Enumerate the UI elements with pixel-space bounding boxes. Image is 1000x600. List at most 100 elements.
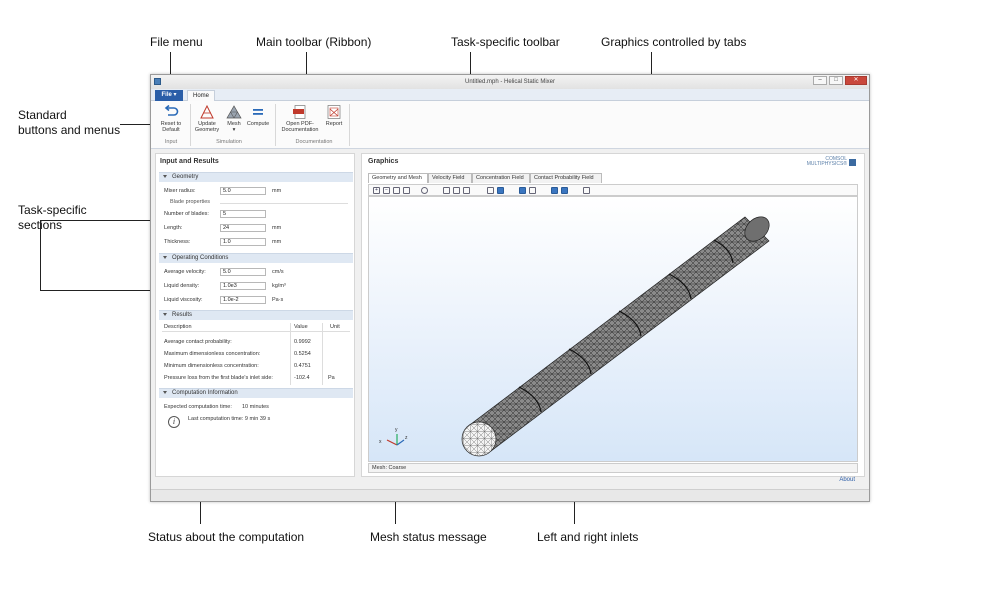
- camera-icon[interactable]: [551, 187, 558, 194]
- render-icon[interactable]: [529, 187, 536, 194]
- average-velocity-unit: cm/s: [272, 269, 284, 275]
- graphics-pane: Graphics COMSOL MULTIPHYSICS® Geometry a…: [361, 153, 865, 477]
- collapse-triangle-icon: [163, 390, 167, 394]
- callout-task-sections: Task-specific sections: [18, 203, 87, 233]
- mesh-icon: [226, 105, 242, 119]
- section-label: Geometry: [172, 174, 199, 180]
- report-button[interactable]: Report: [323, 105, 345, 127]
- last-computation-time: Last computation time: 9 min 39 s: [188, 416, 271, 422]
- zoom-out-icon[interactable]: −: [383, 187, 390, 194]
- maximize-button[interactable]: □: [829, 76, 843, 85]
- blade-properties-header: Blade properties: [170, 199, 211, 205]
- callout-graphics-tabs: Graphics controlled by tabs: [601, 35, 747, 49]
- graphics-canvas[interactable]: x y z: [368, 196, 858, 462]
- callout-task-toolbar: Task-specific toolbar: [451, 35, 560, 49]
- ribbon-group-simulation: Simulation: [216, 139, 242, 145]
- callout-text: Task-specific: [18, 203, 87, 217]
- zoom-extents-icon[interactable]: [403, 187, 410, 194]
- equals-icon: [253, 109, 263, 115]
- open-pdf-documentation-button[interactable]: Open PDF- Documentation: [278, 105, 322, 133]
- table-row: Average contact probability:: [164, 339, 232, 345]
- inlet-face: [461, 421, 497, 457]
- callout-main-toolbar: Main toolbar (Ribbon): [256, 35, 372, 49]
- liquid-density-label: Liquid density:: [164, 283, 200, 289]
- section-label: Computation Information: [172, 390, 238, 396]
- tab-concentration-field[interactable]: Concentration Field: [472, 173, 530, 183]
- thickness-input[interactable]: 1.0: [220, 238, 266, 246]
- ribbon-separator: [190, 104, 191, 146]
- window-title: Untitled.mph - Helical Static Mixer: [464, 79, 556, 85]
- section-label: Operating Conditions: [172, 255, 229, 261]
- section-computation-information[interactable]: Computation Information: [159, 388, 353, 398]
- section-label: Results: [172, 312, 193, 318]
- ribbon-separator: [349, 104, 350, 146]
- rotate-icon[interactable]: [421, 187, 428, 194]
- callout-text: Standard: [18, 108, 67, 122]
- section-geometry[interactable]: Geometry: [159, 172, 353, 182]
- window-controls: – □ ✕: [813, 76, 867, 85]
- print-icon[interactable]: [561, 187, 568, 194]
- thickness-label: Thickness:: [164, 239, 191, 245]
- tab-home[interactable]: Home: [187, 90, 215, 101]
- axis-x-label: x: [379, 439, 382, 445]
- section-results[interactable]: Results: [159, 310, 353, 320]
- export-icon[interactable]: [583, 187, 590, 194]
- table-cell-value: 0.4751: [294, 363, 311, 369]
- view-zx-icon[interactable]: [463, 187, 470, 194]
- col-description: Description: [164, 324, 192, 330]
- section-operating-conditions[interactable]: Operating Conditions: [159, 253, 353, 263]
- about-link[interactable]: About: [839, 477, 855, 483]
- tab-contact-probability-field[interactable]: Contact Probability Field: [530, 173, 602, 183]
- update-label-2: Geometry: [194, 127, 220, 133]
- axis-z-label: z: [405, 435, 408, 441]
- liquid-viscosity-input[interactable]: 1.0e-2: [220, 296, 266, 304]
- table-row: Minimum dimensionless concentration:: [164, 363, 259, 369]
- callout-inlets: Left and right inlets: [537, 530, 639, 544]
- mixer-radius-label: Mixer radius:: [164, 188, 196, 194]
- compute-button[interactable]: Compute: [246, 105, 270, 127]
- minimize-button[interactable]: –: [813, 76, 827, 85]
- input-results-pane: Input and Results Geometry Mixer radius:…: [155, 153, 355, 477]
- app-icon: [154, 78, 161, 85]
- expected-computation-time-value: 10 minutes: [242, 404, 269, 410]
- liquid-density-unit: kg/m³: [272, 283, 286, 289]
- wireframe-icon[interactable]: [497, 187, 504, 194]
- pdf-label-2: Documentation: [281, 127, 319, 133]
- average-velocity-input[interactable]: 5.0: [220, 268, 266, 276]
- tab-geometry-and-mesh[interactable]: Geometry and Mesh: [368, 173, 428, 183]
- geometry-icon: [200, 105, 214, 119]
- info-icon: i: [168, 416, 180, 428]
- reset-to-default-button[interactable]: Reset to Default: [155, 105, 187, 133]
- view-xy-icon[interactable]: [443, 187, 450, 194]
- length-input[interactable]: 24: [220, 224, 266, 232]
- mixer-radius-input[interactable]: 5.0: [220, 187, 266, 195]
- callout-standard-buttons: Standard buttons and menus: [18, 108, 120, 138]
- reset-label-2: Default: [162, 127, 180, 133]
- zoom-in-icon[interactable]: +: [373, 187, 380, 194]
- callout-file-menu: File menu: [150, 35, 203, 49]
- view-yz-icon[interactable]: [453, 187, 460, 194]
- mesh-status-message: Mesh: Coarse: [368, 463, 858, 473]
- status-bar: [151, 489, 869, 501]
- liquid-density-input[interactable]: 1.0e3: [220, 282, 266, 290]
- axis-triad: x y z: [379, 427, 408, 446]
- average-velocity-label: Average velocity:: [164, 269, 206, 275]
- tab-velocity-field[interactable]: Velocity Field: [428, 173, 472, 183]
- close-button[interactable]: ✕: [845, 76, 867, 85]
- grid-icon[interactable]: [487, 187, 494, 194]
- table-cell-value: -102.4: [294, 375, 310, 381]
- undo-arrow-icon: [164, 105, 179, 116]
- zoom-box-icon[interactable]: [393, 187, 400, 194]
- report-icon: [327, 105, 341, 119]
- mixer-mesh-view: x y z: [379, 216, 770, 457]
- update-geometry-button[interactable]: Update Geometry: [192, 105, 222, 133]
- table-cell-value: 0.9992: [294, 339, 311, 345]
- number-of-blades-input[interactable]: 5: [220, 210, 266, 218]
- file-menu-button[interactable]: File ▾: [155, 90, 183, 101]
- graphics-title: Graphics: [368, 158, 399, 165]
- liquid-viscosity-label: Liquid viscosity:: [164, 297, 203, 303]
- callout-text: buttons and menus: [18, 123, 121, 137]
- transparency-icon[interactable]: [519, 187, 526, 194]
- column-divider: [290, 323, 291, 385]
- mesh-button[interactable]: Mesh ▾: [223, 105, 245, 133]
